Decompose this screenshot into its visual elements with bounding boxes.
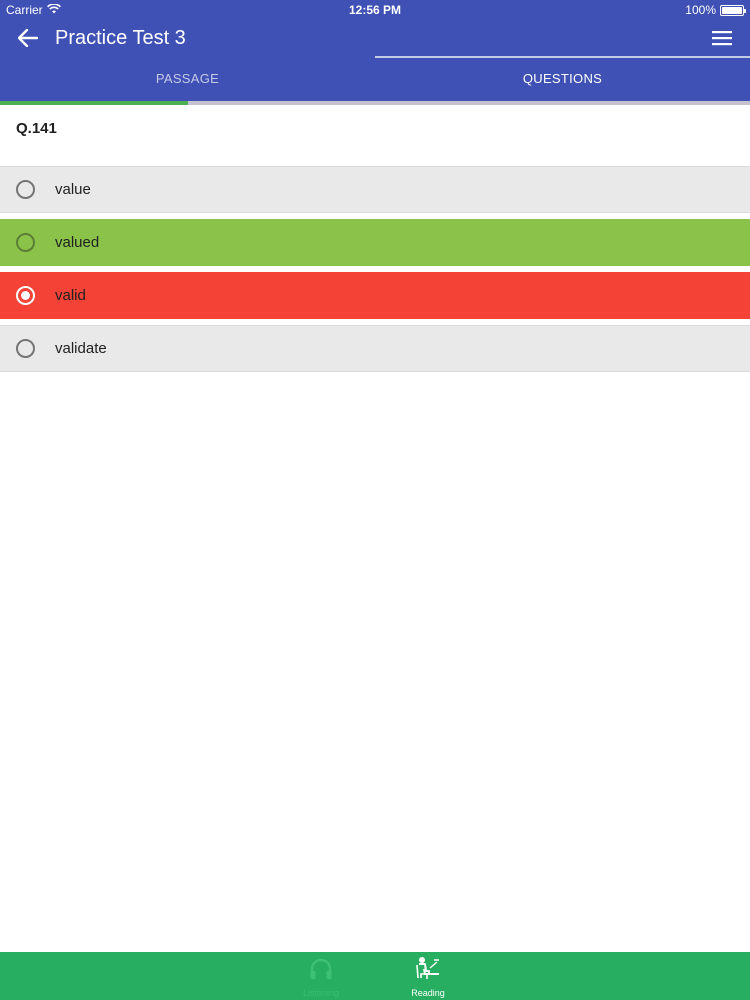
radio-button[interactable] (16, 339, 35, 358)
tab-bar: PASSAGE QUESTIONS (0, 56, 750, 101)
question-number: Q.141 (16, 120, 57, 137)
status-right: 100% (685, 3, 746, 17)
option-label: validate (55, 340, 107, 357)
radio-button[interactable] (16, 233, 35, 252)
nav-label: Listening (302, 988, 340, 998)
bottom-nav: Listening Reading (0, 952, 750, 1000)
progress-fill (0, 101, 188, 105)
option-label: valid (55, 287, 86, 304)
tab-questions[interactable]: QUESTIONS (375, 56, 750, 101)
answer-option-valued[interactable]: valued (0, 219, 750, 266)
option-label: valued (55, 234, 100, 251)
arrow-left-icon (18, 29, 38, 47)
menu-button[interactable] (708, 24, 736, 52)
nav-listening[interactable]: Listening (286, 956, 356, 998)
back-button[interactable] (14, 24, 42, 52)
answer-options: value valued valid validate (0, 166, 750, 378)
headphones-icon (309, 956, 333, 982)
nav-label: Reading (411, 988, 445, 998)
battery-fill (722, 6, 742, 14)
app-bar: Practice Test 3 (0, 20, 750, 56)
hamburger-menu-icon (712, 31, 732, 46)
reading-person-icon (415, 956, 441, 982)
radio-button[interactable] (16, 180, 35, 199)
answer-option-valid[interactable]: valid (0, 272, 750, 319)
radio-button[interactable] (16, 286, 35, 305)
nav-reading[interactable]: Reading (393, 956, 463, 998)
page-title: Practice Test 3 (55, 27, 186, 49)
battery-percent: 100% (685, 3, 716, 17)
battery-icon (720, 4, 746, 16)
status-time: 12:56 PM (348, 3, 402, 17)
tab-passage[interactable]: PASSAGE (0, 56, 375, 101)
status-bar: Carrier 12:56 PM 100% (0, 0, 750, 20)
answer-option-value[interactable]: value (0, 166, 750, 213)
option-label: value (55, 181, 91, 198)
answer-option-validate[interactable]: validate (0, 325, 750, 372)
progress-bar (0, 101, 750, 105)
